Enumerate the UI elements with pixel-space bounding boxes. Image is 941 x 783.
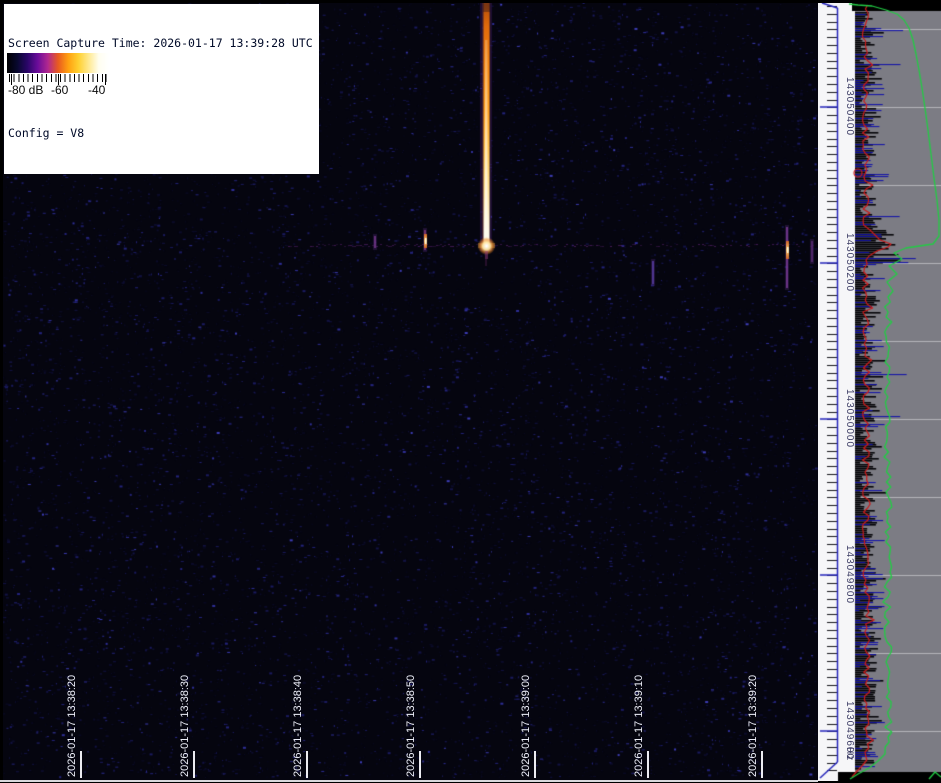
colorbar-tick-ruler bbox=[9, 74, 107, 85]
freq-axis-label: 143050200 bbox=[844, 233, 855, 293]
time-axis-label: 2026-01-17 13:38:40 bbox=[292, 674, 304, 777]
time-axis-tick bbox=[534, 751, 536, 778]
time-axis-label: 2026-01-17 13:38:30 bbox=[179, 674, 191, 777]
bottom-border-line bbox=[0, 780, 818, 782]
colorbar-gradient bbox=[7, 53, 109, 73]
time-axis-tick bbox=[193, 751, 195, 778]
time-axis-tick bbox=[306, 751, 308, 778]
colorbar-label-min: -80 dB bbox=[8, 83, 44, 97]
time-axis-label: 2026-01-17 13:39:10 bbox=[633, 674, 645, 777]
time-axis-tick bbox=[761, 751, 763, 778]
time-axis-tick bbox=[647, 751, 649, 778]
config-text: Config = V8 bbox=[8, 126, 85, 140]
freq-axis-label: 143050000 bbox=[844, 389, 855, 449]
time-axis-label: 2026-01-17 13:39:20 bbox=[747, 674, 759, 777]
freq-axis-label: 143050400 bbox=[844, 77, 855, 137]
time-axis-tick bbox=[419, 751, 421, 778]
time-axis-tick bbox=[80, 751, 82, 778]
time-axis-label: 2026-01-17 13:38:50 bbox=[405, 674, 417, 777]
frequency-axis-and-spectrum-display bbox=[818, 3, 941, 781]
colorbar-label-mid: -60 bbox=[51, 83, 69, 97]
app-root: Screen Capture Time: 2026-01-17 13:39:28… bbox=[0, 0, 941, 783]
colorbar: -80 dB -60 -40 bbox=[7, 53, 109, 102]
time-axis-label: 2026-01-17 13:39:00 bbox=[520, 674, 532, 777]
capture-time-text: Screen Capture Time: 2026-01-17 13:39:28… bbox=[8, 36, 313, 50]
time-axis-label: 2026-01-17 13:38:20 bbox=[66, 674, 78, 777]
colorbar-label-max: -40 bbox=[88, 83, 106, 97]
colorbar-labels: -80 dB -60 -40 bbox=[7, 82, 109, 99]
freq-axis-unit: Hz bbox=[844, 747, 855, 762]
freq-axis-label: 143049800 bbox=[844, 545, 855, 605]
